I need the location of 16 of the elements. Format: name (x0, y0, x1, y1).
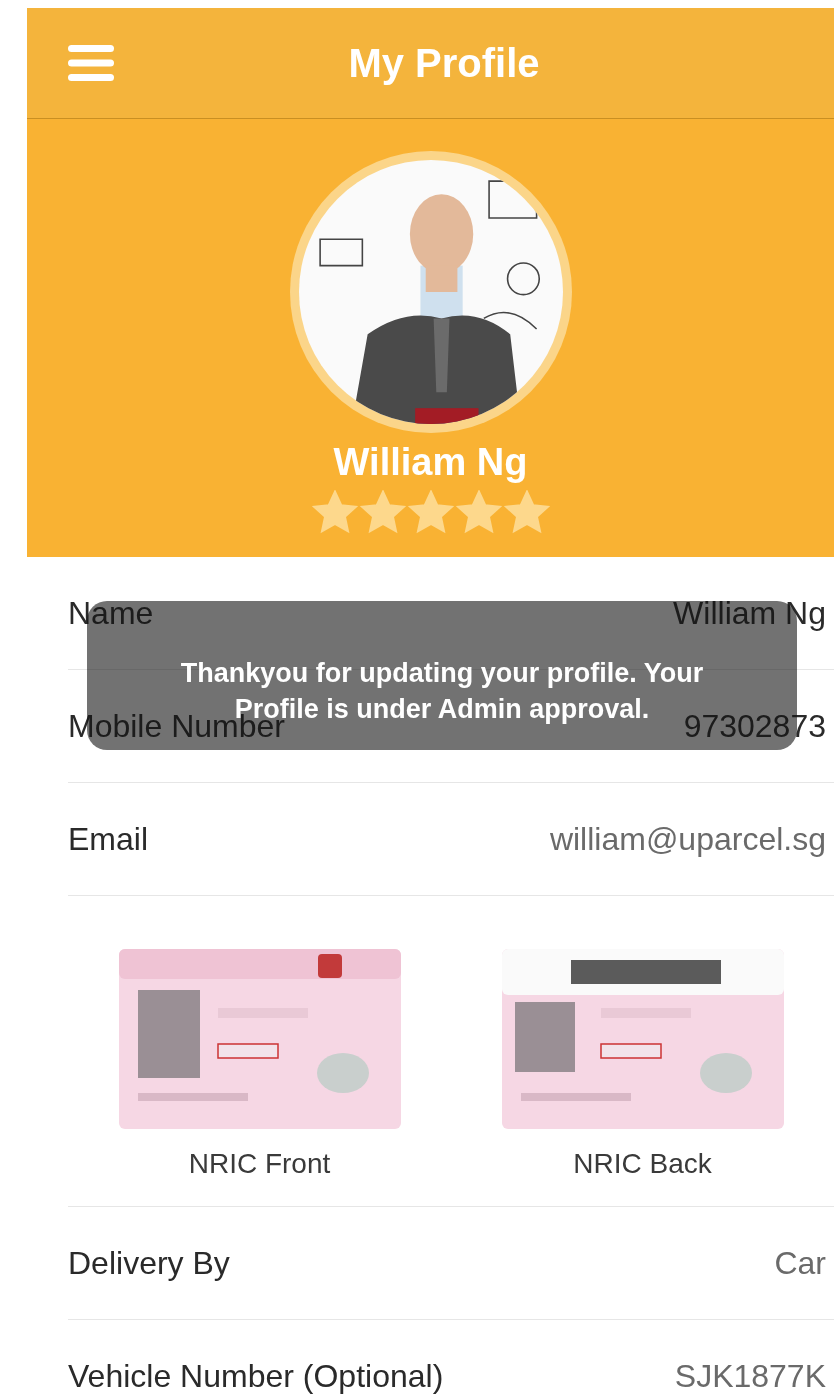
document-caption: NRIC Back (573, 1148, 712, 1180)
star-icon (407, 490, 454, 534)
field-value: SJK1877K (674, 1357, 826, 1395)
star-icon (359, 490, 406, 534)
star-icon (503, 490, 550, 534)
field-value: Car (774, 1244, 826, 1282)
document-caption: NRIC Front (188, 1148, 331, 1180)
star-icon (455, 490, 502, 534)
menu-icon[interactable] (68, 45, 114, 81)
field-label: Vehicle Number (Optional) (68, 1357, 444, 1395)
field-value: william@uparcel.sg (549, 820, 826, 858)
field-label: Delivery By (68, 1244, 230, 1282)
field-label: Email (68, 820, 148, 858)
screen-title: My Profile (347, 40, 541, 86)
profile-name: William Ng (333, 441, 528, 484)
star-icon (311, 490, 358, 534)
